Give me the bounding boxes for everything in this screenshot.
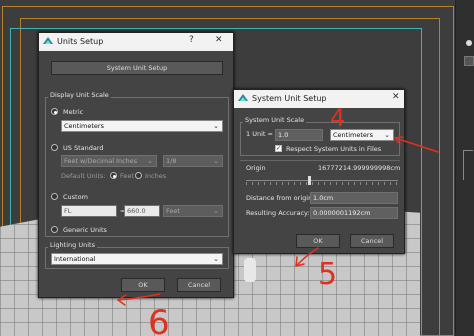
annotation-label-6: 6: [148, 303, 170, 336]
annotation-overlay: 4 5 6: [117, 104, 439, 336]
annotation-arrow-5: [295, 247, 319, 267]
annotation-arrow-6: [117, 293, 161, 301]
annotation-label-5: 5: [318, 257, 337, 292]
annotation-arrow-4: [394, 137, 439, 153]
annotation-label-4: 4: [330, 104, 345, 132]
